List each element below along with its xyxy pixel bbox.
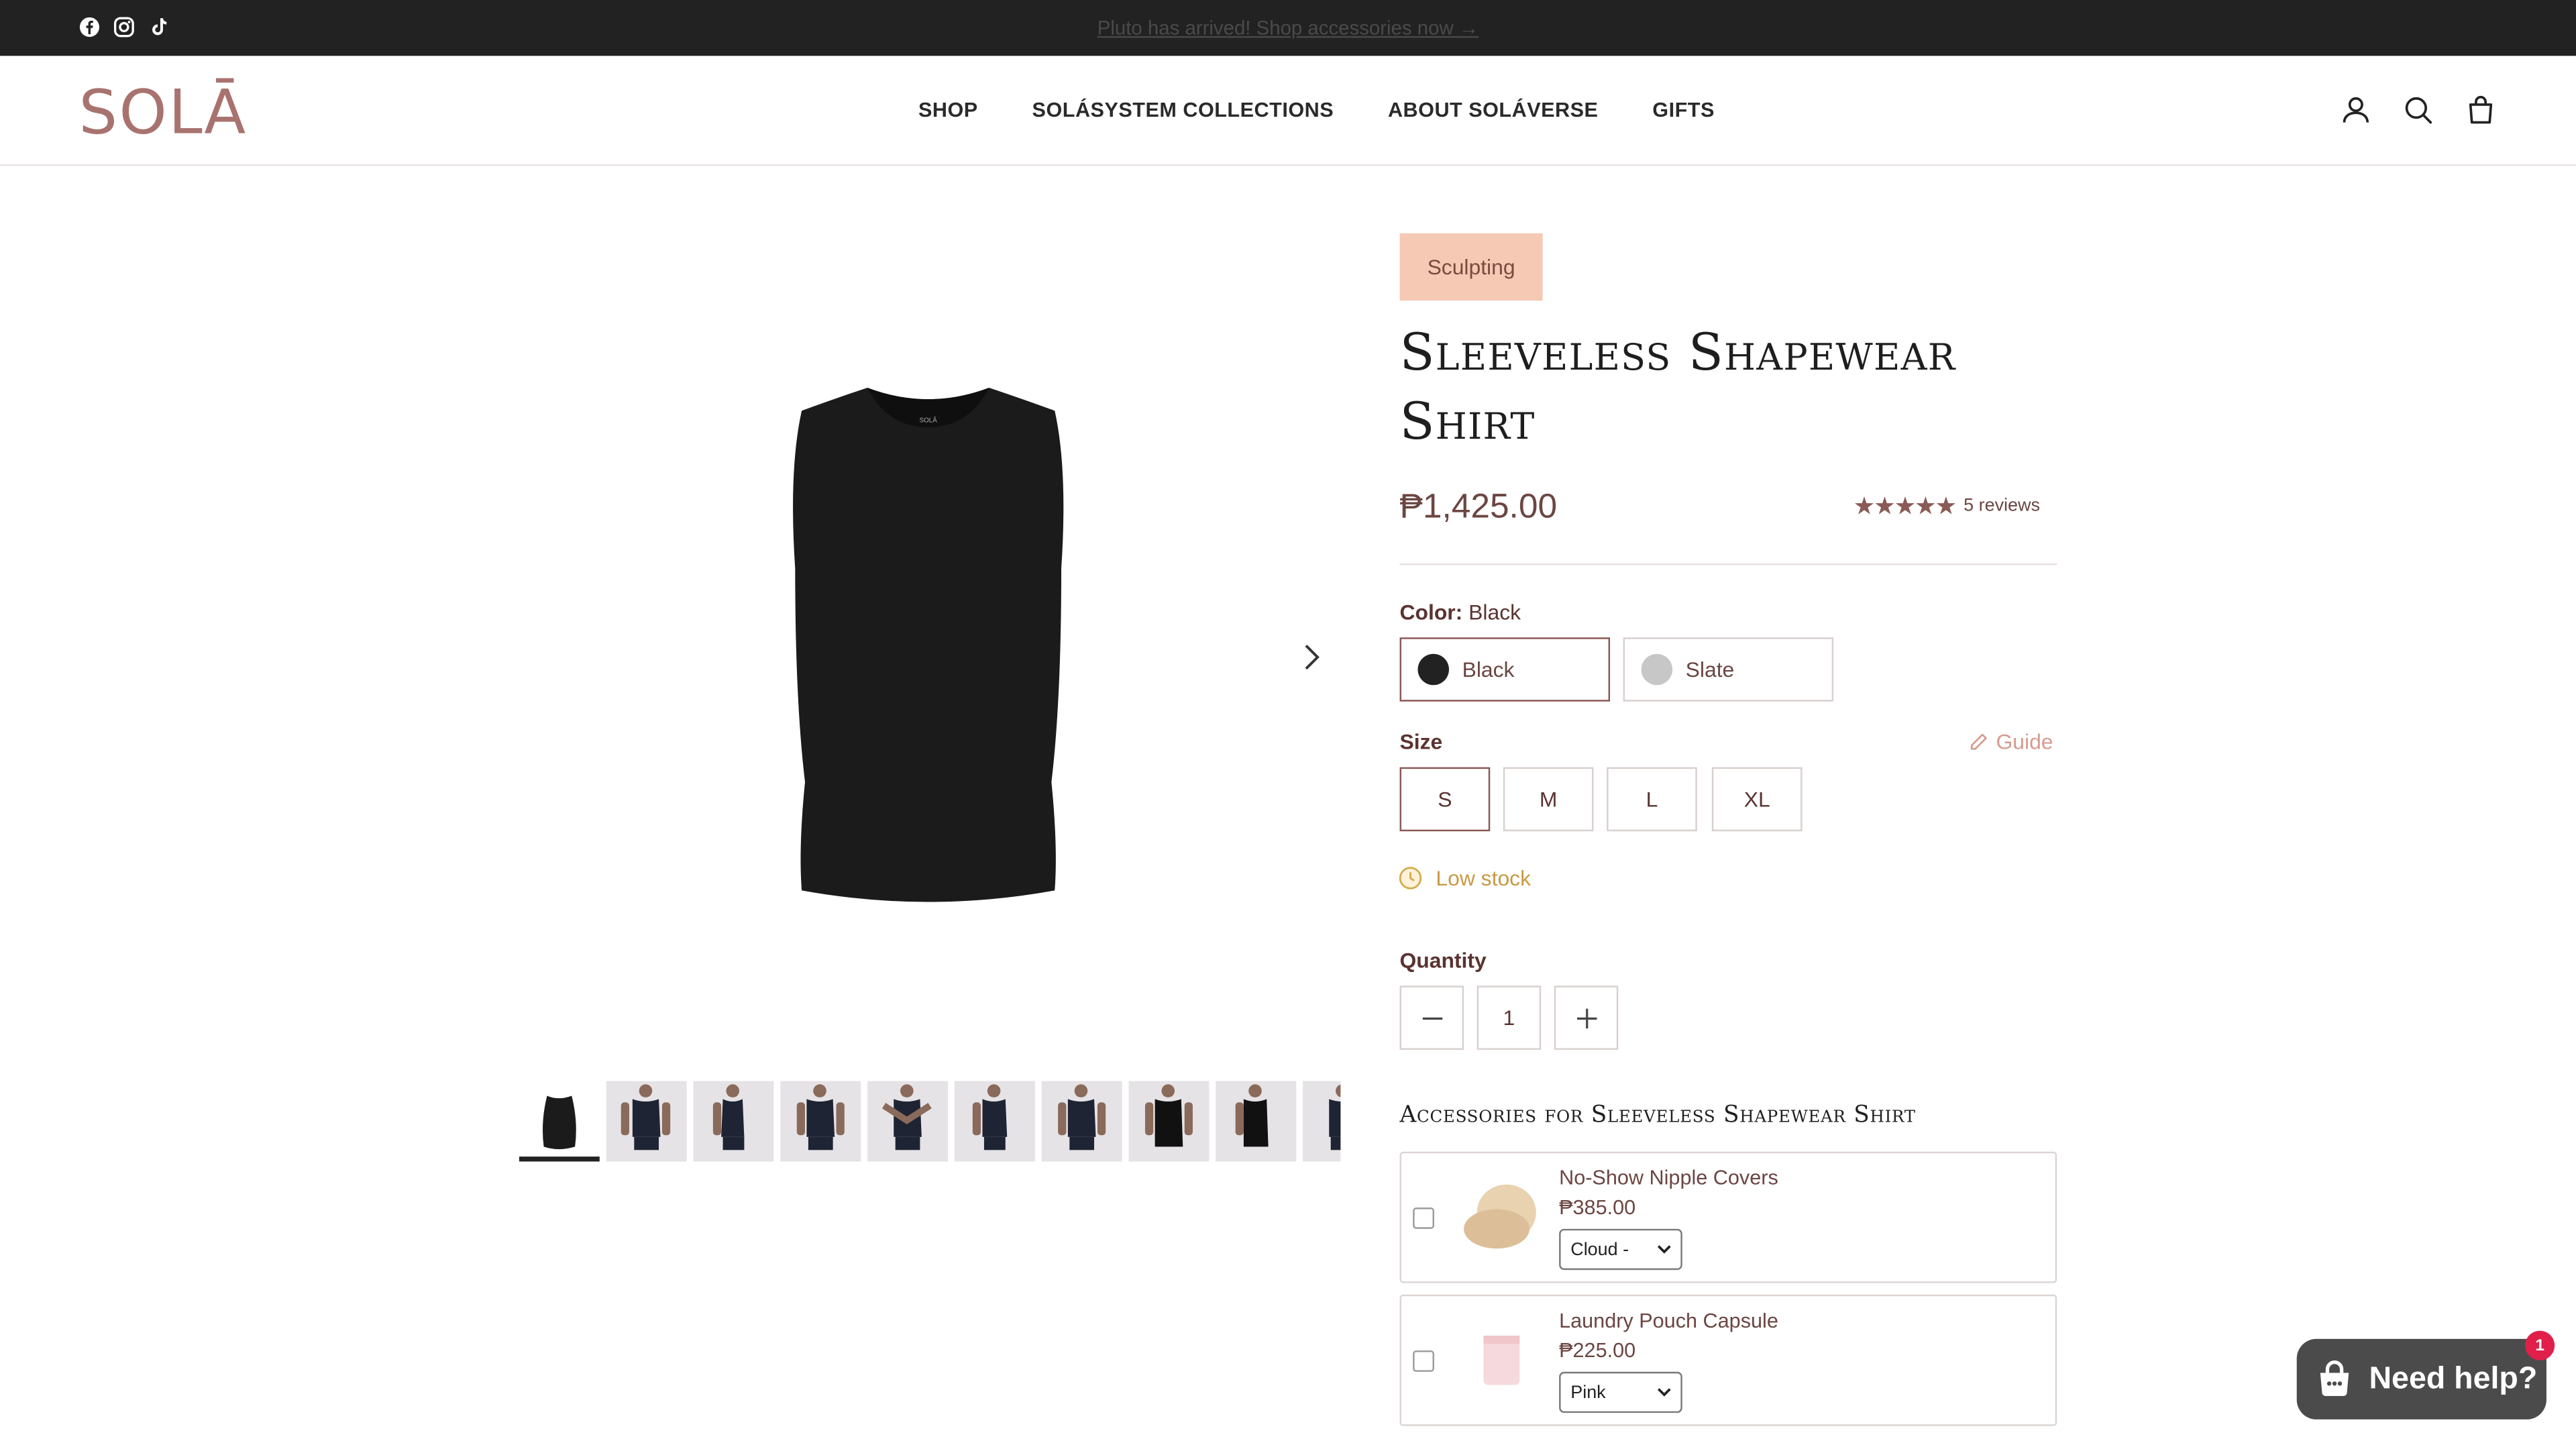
size-guide-link[interactable]: Guide xyxy=(1968,729,2053,754)
accessory-price: ₱225.00 xyxy=(1559,1338,1636,1362)
size-option-m[interactable]: M xyxy=(1503,767,1594,832)
accessory-name[interactable]: Laundry Pouch Capsule xyxy=(1559,1309,1778,1332)
thumbnail[interactable] xyxy=(1216,1081,1297,1162)
chat-bag-icon xyxy=(2320,1359,2349,1395)
accessory-image xyxy=(1464,1184,1536,1249)
search-icon[interactable] xyxy=(2402,94,2434,127)
accessory-checkbox[interactable] xyxy=(1413,1208,1434,1229)
accessory-image xyxy=(1483,1336,1520,1385)
size-label-title: Size xyxy=(1399,729,1443,755)
accessory-variant-value: Cloud - xyxy=(1570,1239,1629,1260)
chat-help-button[interactable]: Need help? xyxy=(2296,1338,2546,1419)
thumbnail[interactable] xyxy=(606,1081,687,1162)
svg-text:SOLĀ: SOLĀ xyxy=(920,417,938,424)
thumbnail-strip xyxy=(519,1081,1341,1163)
color-option-black[interactable]: Black xyxy=(1399,637,1611,702)
plus-icon xyxy=(1576,1008,1597,1028)
quantity-decrease-button[interactable] xyxy=(1399,985,1464,1050)
thumbnail[interactable] xyxy=(780,1081,861,1162)
quantity-input[interactable] xyxy=(1477,985,1542,1050)
color-label: Color: Black xyxy=(1400,600,1521,625)
stock-status: Low stock xyxy=(1398,865,1532,891)
announcement-bar: Pluto has arrived! Shop accessories now … xyxy=(0,0,2576,56)
chat-help-label: Need help? xyxy=(2369,1360,2538,1396)
accessory-variant-value: Pink xyxy=(1570,1382,1606,1403)
quantity-label: Quantity xyxy=(1400,948,1487,973)
thumbnail[interactable] xyxy=(1041,1081,1122,1162)
size-guide-label: Guide xyxy=(1996,729,2053,755)
color-swatch-dot xyxy=(1641,653,1673,686)
accessory-card: Laundry Pouch Capsule ₱225.00 Pink xyxy=(1399,1294,2057,1426)
nav-solasystem-collections[interactable]: SOLÁSYSTEM COLLECTIONS xyxy=(1032,99,1334,121)
thumbnail[interactable] xyxy=(1128,1081,1210,1162)
size-option-l[interactable]: L xyxy=(1607,767,1697,832)
color-option-label: Black xyxy=(1462,657,1515,682)
size-label: Size xyxy=(1400,729,1443,754)
nav-gifts[interactable]: GIFTS xyxy=(1652,99,1715,121)
cart-icon[interactable] xyxy=(2464,94,2497,127)
reviews-count[interactable]: 5 reviews xyxy=(1964,496,2040,516)
category-badge: Sculpting xyxy=(1399,233,1543,301)
accessory-card: No-Show Nipple Covers ₱385.00 Cloud - xyxy=(1399,1151,2057,1283)
chat-notification-badge: 1 xyxy=(2525,1330,2555,1360)
accessory-variant-select[interactable]: Pink xyxy=(1559,1371,1682,1413)
thumbnail[interactable] xyxy=(867,1081,949,1162)
thumbnail[interactable] xyxy=(693,1081,774,1162)
accessory-name[interactable]: No-Show Nipple Covers xyxy=(1559,1167,1778,1189)
color-swatch-dot xyxy=(1417,653,1450,686)
account-icon[interactable] xyxy=(2339,94,2372,127)
chevron-right-icon[interactable] xyxy=(1295,641,1328,674)
color-selected-value: Black xyxy=(1468,599,1521,625)
divider xyxy=(1399,564,2057,566)
chevron-down-icon xyxy=(1657,1388,1671,1397)
color-label-title: Color: xyxy=(1399,599,1463,625)
product-price: ₱1,425.00 xyxy=(1399,488,1558,526)
ruler-icon xyxy=(1970,733,1987,750)
thumbnail[interactable] xyxy=(954,1081,1035,1162)
clock-icon xyxy=(1399,867,1422,890)
stock-status-label: Low stock xyxy=(1436,865,1532,891)
size-option-xl[interactable]: XL xyxy=(1711,767,1803,832)
thumbnail[interactable] xyxy=(519,1081,600,1162)
color-option-label: Slate xyxy=(1685,657,1735,682)
product-rating[interactable]: ★★★★★ 5 reviews xyxy=(1853,491,2039,521)
size-option-s[interactable]: S xyxy=(1399,767,1491,832)
main-nav: SHOP SOLÁSYSTEM COLLECTIONS ABOUT SOLÁVE… xyxy=(918,99,1715,121)
accessory-checkbox[interactable] xyxy=(1413,1350,1434,1372)
accessory-variant-select[interactable]: Cloud - xyxy=(1559,1228,1682,1271)
chevron-down-icon xyxy=(1657,1245,1671,1254)
thumbnail[interactable] xyxy=(1303,1081,1341,1162)
announcement-link[interactable]: Pluto has arrived! Shop accessories now … xyxy=(0,16,2576,39)
rating-stars: ★★★★★ xyxy=(1853,492,1957,521)
quantity-increase-button[interactable] xyxy=(1554,985,1619,1050)
site-header: SOLĀ SHOP SOLÁSYSTEM COLLECTIONS ABOUT S… xyxy=(0,56,2576,166)
minus-icon xyxy=(1421,1016,1442,1019)
header-actions xyxy=(2339,94,2497,127)
accessory-price: ₱385.00 xyxy=(1559,1195,1636,1220)
brand-logo[interactable]: SOLĀ xyxy=(79,82,248,143)
accessories-title: Accessories for Sleeveless Shapewear Shi… xyxy=(1399,1102,1916,1129)
nav-shop[interactable]: SHOP xyxy=(918,99,978,121)
product-title: Sleeveless Shapewear Shirt xyxy=(1399,323,1956,452)
color-option-slate[interactable]: Slate xyxy=(1623,637,1834,702)
product-main-image[interactable]: SOLĀ xyxy=(772,371,1084,913)
nav-about-solaverse[interactable]: ABOUT SOLÁVERSE xyxy=(1388,99,1599,121)
quantity-label-title: Quantity xyxy=(1399,948,1487,973)
